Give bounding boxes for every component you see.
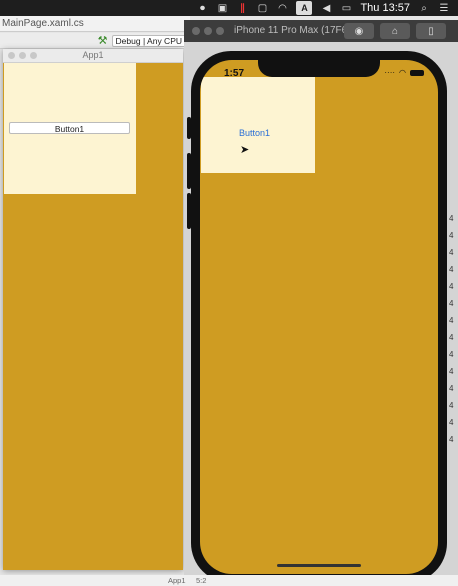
line-number: 4 xyxy=(449,282,454,291)
home-icon[interactable]: ⌂ xyxy=(380,23,410,39)
line-number: 4 xyxy=(449,418,454,427)
keyboard-input-icon[interactable]: A xyxy=(296,1,313,15)
zoom-icon[interactable] xyxy=(30,52,37,59)
ide-status-bar: App1 5:2 xyxy=(0,575,458,586)
minimize-icon[interactable] xyxy=(19,52,26,59)
build-config-selector[interactable]: Debug | Any CPU xyxy=(111,34,186,47)
record-icon[interactable]: ⏺ xyxy=(196,1,208,15)
status-position: 5:2 xyxy=(196,576,207,585)
ide-line-numbers: 4 4 4 4 4 4 4 4 4 4 4 4 4 4 xyxy=(449,210,458,448)
parallels-icon[interactable]: ∥ xyxy=(236,1,248,15)
iphone-device: Button1 1:57 ···· ◠ xyxy=(187,51,447,583)
line-number: 4 xyxy=(449,316,454,325)
line-number: 4 xyxy=(449,384,454,393)
volume-down-button[interactable] xyxy=(187,193,191,229)
simulator-title-bar: iPhone 11 Pro Max (17F61) ◉ ⌂ ▯ xyxy=(184,20,458,42)
line-number: 4 xyxy=(449,435,454,444)
status-time: 1:57 xyxy=(224,68,245,79)
close-icon[interactable] xyxy=(192,27,200,35)
screenshot-icon[interactable]: ▣ xyxy=(216,1,228,15)
line-number: 4 xyxy=(449,333,454,342)
ide-toolbar: ⚒ Debug | Any CPU xyxy=(0,33,190,49)
app1-content-panel: Button1 xyxy=(4,63,136,194)
status-project: App1 xyxy=(168,576,186,585)
minimize-icon[interactable] xyxy=(204,27,212,35)
wifi-icon[interactable]: ◠ xyxy=(276,1,288,15)
line-number: 4 xyxy=(449,265,454,274)
build-hammer-icon[interactable]: ⚒ xyxy=(98,34,108,47)
ide-tab-bar: MainPage.xaml.cs xyxy=(0,16,190,32)
menu-clock[interactable]: Thu 13:57 xyxy=(360,2,410,14)
vm-icon[interactable]: ▢ xyxy=(256,1,268,15)
app1-title: App1 xyxy=(82,50,104,60)
menu-bar: ⏺ ▣ ∥ ▢ ◠ A ◀ ▭ Thu 13:57 ⌕ ☰ xyxy=(0,0,458,16)
phone-content-panel: Button1 xyxy=(201,77,315,173)
ide-tab-title[interactable]: MainPage.xaml.cs xyxy=(2,18,84,29)
volume-up-button[interactable] xyxy=(187,153,191,189)
line-number: 4 xyxy=(449,231,454,240)
volume-icon[interactable]: ◀ xyxy=(320,1,332,15)
build-config-label: Debug | Any CPU xyxy=(115,35,182,46)
mouse-cursor-icon: ➤ xyxy=(240,144,250,156)
window-controls xyxy=(8,52,37,59)
simulator-window-controls xyxy=(192,27,224,35)
home-indicator[interactable] xyxy=(277,564,361,567)
battery-icon xyxy=(410,69,424,76)
screenshot-icon[interactable]: ◉ xyxy=(344,23,374,39)
button1[interactable]: Button1 xyxy=(9,122,130,134)
line-number: 4 xyxy=(449,248,454,257)
line-number: 4 xyxy=(449,214,454,223)
simulator-title: iPhone 11 Pro Max (17F61) xyxy=(234,25,357,36)
rotate-icon[interactable]: ▯ xyxy=(416,23,446,39)
device-screen: Button1 1:57 ···· ◠ xyxy=(200,60,438,574)
zoom-icon[interactable] xyxy=(216,27,224,35)
app1-title-bar: App1 xyxy=(3,49,183,63)
battery-icon[interactable]: ▭ xyxy=(340,1,352,15)
phone-button1[interactable]: Button1 xyxy=(239,128,270,138)
line-number: 4 xyxy=(449,367,454,376)
menu-list-icon[interactable]: ☰ xyxy=(438,1,450,15)
line-number: 4 xyxy=(449,299,454,308)
mute-switch[interactable] xyxy=(187,117,191,139)
status-icons: ···· ◠ xyxy=(384,68,424,77)
search-icon[interactable]: ⌕ xyxy=(418,1,430,15)
notch xyxy=(258,60,380,77)
line-number: 4 xyxy=(449,350,454,359)
signal-icon: ···· xyxy=(384,68,396,77)
wifi-icon: ◠ xyxy=(399,68,406,77)
app1-window: App1 Button1 xyxy=(3,49,183,570)
close-icon[interactable] xyxy=(8,52,15,59)
line-number: 4 xyxy=(449,401,454,410)
